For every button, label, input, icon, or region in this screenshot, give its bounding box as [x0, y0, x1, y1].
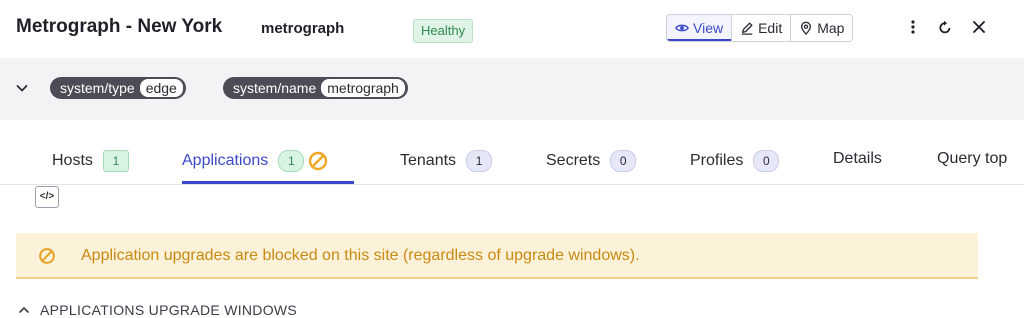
tab-count-badge: 1: [278, 150, 305, 172]
tab-label: Secrets: [546, 152, 601, 169]
tab-bar: Hosts 1 Applications 1 Tenants 1 Secrets…: [0, 120, 1024, 185]
upgrade-blocked-alert: Application upgrades are blocked on this…: [16, 233, 978, 279]
tab-label: Profiles: [690, 152, 744, 169]
tab-label: Tenants: [400, 152, 457, 169]
site-subtitle: metrograph: [261, 20, 345, 37]
map-button[interactable]: Map: [791, 15, 852, 41]
alert-message: Application upgrades are blocked on this…: [81, 247, 640, 264]
tab-profiles[interactable]: Profiles 0: [690, 150, 780, 172]
chevron-up-icon: [19, 307, 29, 313]
tab-label: Details: [833, 150, 882, 167]
tab-label: Query top: [937, 150, 1008, 167]
status-badge: Healthy: [413, 19, 474, 43]
tab-count-badge: 1: [102, 150, 129, 172]
section-title: APPLICATIONS UPGRADE WINDOWS: [40, 302, 298, 318]
tab-hosts[interactable]: Hosts 1: [52, 150, 129, 172]
tab-secrets[interactable]: Secrets 0: [546, 150, 637, 172]
tab-label: Applications: [182, 152, 269, 169]
label-chip[interactable]: system/type edge: [50, 77, 186, 99]
tab-applications[interactable]: Applications 1: [182, 150, 328, 172]
chevron-down-icon[interactable]: [14, 80, 30, 96]
label-value: edge: [138, 78, 184, 98]
refresh-icon[interactable]: [936, 18, 954, 36]
map-pin-icon: [801, 21, 812, 35]
edit-button-label: Edit: [758, 20, 783, 36]
labels-bar: system/type edge system/name metrograph: [0, 58, 1024, 120]
close-icon[interactable]: [970, 18, 988, 36]
tab-query-top[interactable]: Query top: [937, 150, 1007, 168]
label-key: system/name: [233, 80, 317, 96]
tab-count-badge: 0: [610, 150, 637, 172]
site-header: Metrograph - New York metrograph Healthy…: [0, 0, 1024, 56]
label-key: system/type: [60, 80, 135, 96]
upgrade-windows-section-toggle[interactable]: APPLICATIONS UPGRADE WINDOWS: [18, 302, 297, 318]
edit-button[interactable]: Edit: [732, 15, 792, 41]
view-button[interactable]: View: [667, 15, 733, 41]
map-button-label: Map: [817, 20, 845, 36]
active-tab-indicator: [182, 181, 354, 184]
view-button-label: View: [693, 20, 724, 36]
tab-tenants[interactable]: Tenants 1: [400, 150, 493, 172]
blocked-icon: [309, 151, 328, 171]
tab-count-badge: 1: [466, 150, 493, 172]
label-value: metrograph: [320, 78, 406, 98]
label-chip[interactable]: system/name metrograph: [223, 77, 408, 99]
page-title: Metrograph - New York: [16, 16, 223, 37]
tab-details[interactable]: Details: [833, 150, 882, 168]
code-view-button[interactable]: </>: [35, 186, 59, 208]
pencil-icon: [741, 22, 753, 35]
tab-count-badge: 0: [753, 150, 780, 172]
more-options-icon[interactable]: [904, 18, 922, 36]
eye-icon: [675, 24, 689, 32]
blocked-icon: [39, 248, 55, 264]
tab-label: Hosts: [52, 152, 93, 169]
view-mode-group: View Edit Map: [666, 14, 854, 42]
